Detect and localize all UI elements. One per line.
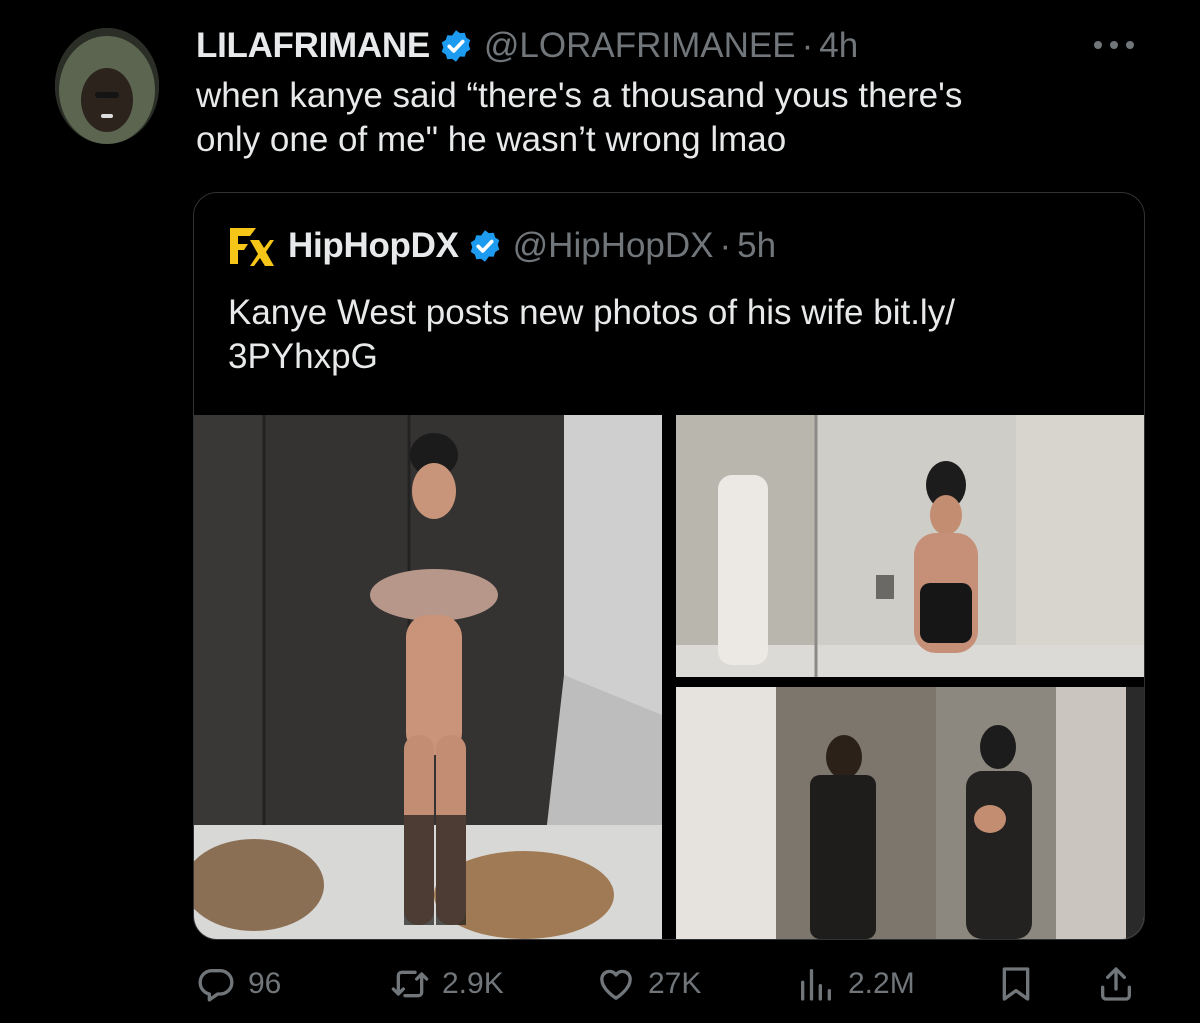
display-name[interactable]: LILAFRIMANE xyxy=(196,26,430,66)
hiphopdx-logo-icon xyxy=(230,228,274,266)
quoted-text: Kanye West posts new photos of his wife … xyxy=(228,293,955,376)
views-button[interactable]: 2.2M xyxy=(796,952,915,1016)
reply-count: 96 xyxy=(248,967,282,1000)
share-icon xyxy=(1101,967,1131,1001)
photo-3-image xyxy=(676,687,1144,939)
handle[interactable]: @LORAFRIMANEE xyxy=(484,26,796,66)
reply-button[interactable]: 96 xyxy=(196,952,281,1016)
like-count: 27K xyxy=(648,967,702,1000)
photo-2-image xyxy=(676,415,1144,677)
bookmark-icon xyxy=(1002,967,1030,1001)
more-horizontal-icon[interactable] xyxy=(1090,36,1138,54)
verified-badge-icon xyxy=(441,30,471,62)
quoted-header: HipHopDX @HipHopDX · 5h xyxy=(228,221,776,271)
avatar-image xyxy=(55,28,159,144)
repost-count: 2.9K xyxy=(442,967,504,1000)
quoted-display-name[interactable]: HipHopDX xyxy=(288,226,459,266)
bookmark-button[interactable] xyxy=(996,952,1048,1016)
reply-icon xyxy=(198,969,234,1002)
quoted-handle[interactable]: @HipHopDX xyxy=(513,226,714,266)
repost-icon xyxy=(391,970,429,998)
avatar[interactable] xyxy=(55,28,159,144)
repost-button[interactable]: 2.9K xyxy=(390,952,504,1016)
quoted-timestamp[interactable]: 5h xyxy=(737,226,776,266)
like-button[interactable]: 27K xyxy=(596,952,701,1016)
quoted-verified-badge-icon xyxy=(470,230,499,262)
timestamp[interactable]: 4h xyxy=(819,26,858,66)
views-icon xyxy=(801,969,831,1001)
quoted-tweet[interactable]: HipHopDX @HipHopDX · 5h Kanye West posts… xyxy=(193,192,1145,940)
photo-2[interactable] xyxy=(676,415,1144,677)
like-icon xyxy=(600,969,632,1000)
media-grid xyxy=(194,415,1144,939)
action-bar: 96 2.9K 27K 2.2M xyxy=(0,952,1200,1016)
share-button[interactable] xyxy=(1096,952,1148,1016)
tweet-header: LILAFRIMANE @LORAFRIMANEE · 4h xyxy=(196,22,858,70)
quoted-separator: · xyxy=(719,226,732,265)
photo-3[interactable] xyxy=(676,687,1144,939)
tweet-text: when kanye said “there's a thousand yous… xyxy=(196,76,963,159)
photo-1[interactable] xyxy=(194,415,662,939)
separator: · xyxy=(801,26,814,65)
photo-1-image xyxy=(194,415,662,939)
views-count: 2.2M xyxy=(848,967,915,1000)
